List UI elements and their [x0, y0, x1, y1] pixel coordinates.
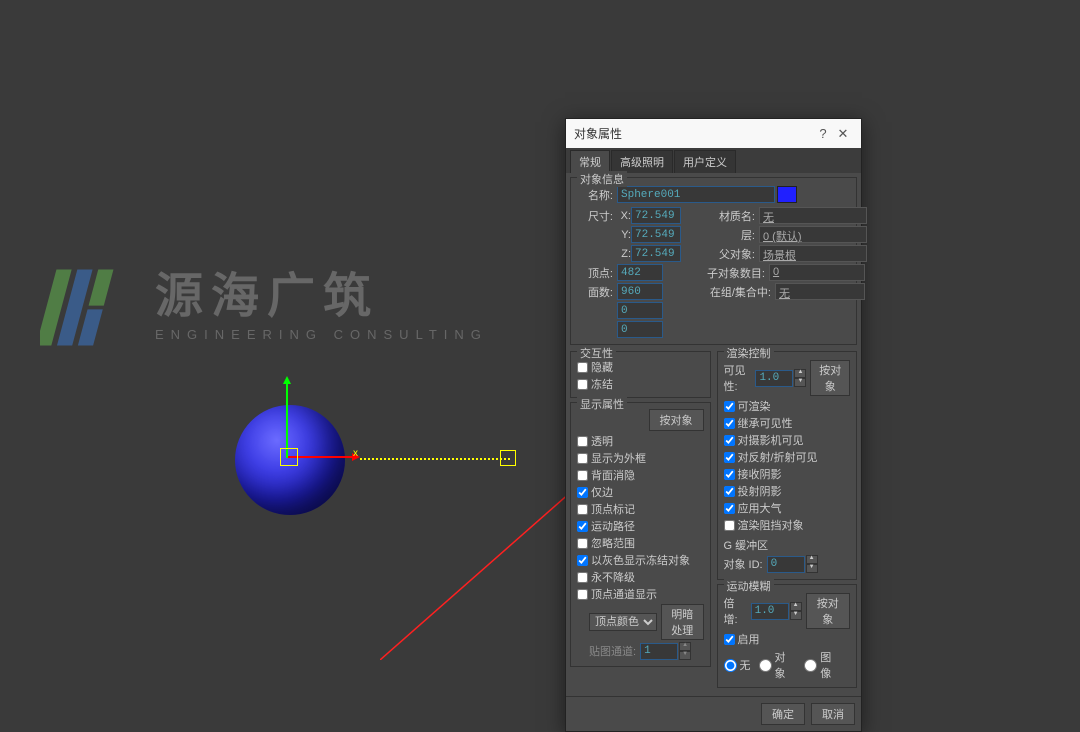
- object-info-section: 对象信息 名称: 尺寸:X: Y: Z: 顶点: 面数: 材质名:无 层:0 (…: [570, 177, 857, 345]
- spin-down[interactable]: ▼: [790, 611, 802, 620]
- dialog-footer: 确定 取消: [566, 696, 861, 731]
- ignore-extents-checkbox[interactable]: 忽略范围: [577, 535, 704, 551]
- display-byobject-button[interactable]: 按对象: [649, 409, 704, 431]
- vertex-ticks-checkbox[interactable]: 顶点标记: [577, 501, 704, 517]
- backface-checkbox[interactable]: 背面消隐: [577, 467, 704, 483]
- render-byobject-button[interactable]: 按对象: [810, 360, 850, 396]
- multiplier-spinner[interactable]: [751, 603, 789, 620]
- hide-checkbox[interactable]: 隐藏: [577, 359, 704, 375]
- spin-down[interactable]: ▼: [679, 651, 691, 660]
- watermark-logo: [40, 260, 135, 355]
- mblur-none-radio[interactable]: 无: [724, 657, 751, 673]
- never-degrade-checkbox[interactable]: 永不降级: [577, 569, 704, 585]
- extra2-field: [617, 321, 663, 338]
- vertex-color-select[interactable]: 顶点颜色: [589, 613, 657, 631]
- help-button[interactable]: ?: [813, 126, 833, 141]
- mblur-image-radio[interactable]: 图像: [804, 649, 842, 681]
- dialog-title: 对象属性: [574, 125, 813, 142]
- spin-up[interactable]: ▲: [790, 602, 802, 611]
- render-control-section: 渲染控制 可见性: ▲▼ 按对象 可渲染 继承可见性 对摄影机可见 对反射/折射…: [717, 351, 858, 580]
- watermark: 源海广筑 ENGINEERING CONSULTING: [40, 260, 488, 355]
- renderable-checkbox[interactable]: 可渲染: [724, 398, 851, 414]
- render-occluder-checkbox[interactable]: 渲染阻挡对象: [724, 517, 851, 533]
- tab-bar: 常规 高级照明 用户定义: [566, 148, 861, 173]
- vertices-field: [617, 264, 663, 281]
- object-color-swatch[interactable]: [777, 186, 797, 203]
- spin-up[interactable]: ▲: [794, 369, 806, 378]
- selection-marker: [500, 450, 516, 466]
- cast-shadows-checkbox[interactable]: 投射阴影: [724, 483, 851, 499]
- interactivity-section: 交互性 隐藏 冻结: [570, 351, 711, 398]
- motion-blur-section: 运动模糊 倍增: ▲▼ 按对象 启用 无 对象 图像: [717, 584, 858, 688]
- spin-down[interactable]: ▼: [806, 564, 818, 573]
- watermark-cn: 源海广筑: [155, 273, 488, 321]
- inherit-vis-checkbox[interactable]: 继承可见性: [724, 415, 851, 431]
- tab-user-defined[interactable]: 用户定义: [674, 150, 736, 173]
- display-section: 显示属性 按对象 透明 显示为外框 背面消隐 仅边 顶点标记 运动路径 忽略范围…: [570, 402, 711, 667]
- visible-camera-checkbox[interactable]: 对摄影机可见: [724, 432, 851, 448]
- dialog-titlebar[interactable]: 对象属性 ? ✕: [566, 119, 861, 148]
- vertex-channel-checkbox[interactable]: 顶点通道显示: [577, 586, 704, 602]
- material-name: 无: [759, 207, 867, 224]
- edges-only-checkbox[interactable]: 仅边: [577, 484, 704, 500]
- layer-name: 0 (默认): [759, 226, 867, 243]
- receive-shadows-checkbox[interactable]: 接收阴影: [724, 466, 851, 482]
- close-button[interactable]: ✕: [833, 126, 853, 142]
- spin-down[interactable]: ▼: [794, 378, 806, 387]
- spin-up[interactable]: ▲: [679, 642, 691, 651]
- object-id-spinner[interactable]: [767, 556, 805, 573]
- wireframe-checkbox[interactable]: 显示为外框: [577, 450, 704, 466]
- visibility-spinner[interactable]: [755, 370, 793, 387]
- cancel-button[interactable]: 取消: [811, 703, 855, 725]
- mblur-byobject-button[interactable]: 按对象: [806, 593, 850, 629]
- dim-y[interactable]: [631, 226, 681, 243]
- dim-z[interactable]: [631, 245, 681, 262]
- freeze-checkbox[interactable]: 冻结: [577, 376, 704, 392]
- gizmo-x-label: x: [353, 448, 358, 459]
- shaded-button[interactable]: 明暗处理: [661, 604, 704, 640]
- extra1-field: [617, 302, 663, 319]
- object-properties-dialog: 对象属性 ? ✕ 常规 高级照明 用户定义 对象信息 名称: 尺寸:X: Y: …: [565, 118, 862, 732]
- gray-frozen-checkbox[interactable]: 以灰色显示冻结对象: [577, 552, 704, 568]
- watermark-en: ENGINEERING CONSULTING: [155, 327, 488, 342]
- faces-field: [617, 283, 663, 300]
- viewport-sphere[interactable]: [235, 405, 345, 515]
- dim-x[interactable]: [631, 207, 681, 224]
- mblur-object-radio[interactable]: 对象: [759, 649, 797, 681]
- trajectory-line: [360, 458, 510, 460]
- parent-name: 场景根: [759, 245, 867, 262]
- trajectory-checkbox[interactable]: 运动路径: [577, 518, 704, 534]
- ok-button[interactable]: 确定: [761, 703, 805, 725]
- group-name: 无: [775, 283, 865, 300]
- num-children: 0: [769, 264, 865, 281]
- visible-refl-checkbox[interactable]: 对反射/折射可见: [724, 449, 851, 465]
- tab-general[interactable]: 常规: [570, 150, 610, 173]
- transparent-checkbox[interactable]: 透明: [577, 433, 704, 449]
- spin-up[interactable]: ▲: [806, 555, 818, 564]
- tab-advanced-lighting[interactable]: 高级照明: [611, 150, 673, 173]
- map-channel-spinner[interactable]: [640, 643, 678, 660]
- name-input[interactable]: [617, 186, 775, 203]
- apply-atmos-checkbox[interactable]: 应用大气: [724, 500, 851, 516]
